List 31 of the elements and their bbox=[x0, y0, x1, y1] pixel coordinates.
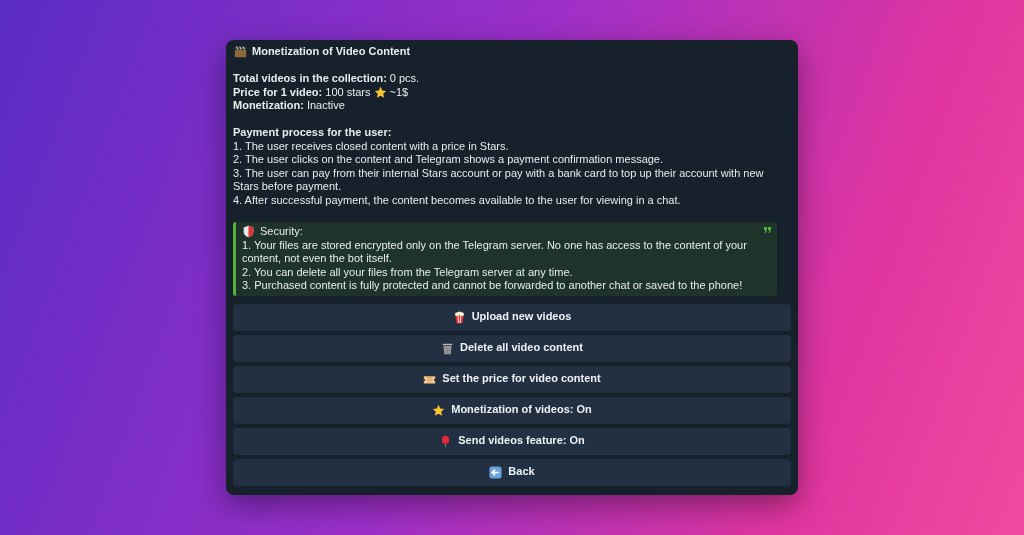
stat-label: Monetization: bbox=[233, 99, 304, 113]
quote-text: 3. Purchased content is fully protected and cannot be forwarded to another chat or saved to the phone! bbox=[242, 279, 744, 293]
star-icon bbox=[432, 403, 446, 417]
stat-value: ~1$ bbox=[389, 85, 409, 99]
stat-label: Price for 1 video: bbox=[233, 85, 323, 99]
step-text: 2. The user clicks on the content and Telegram shows a payment confirmation message. bbox=[233, 153, 665, 167]
quote-text: 2. You can delete all your files from the Telegram server at any time. bbox=[242, 265, 574, 279]
step-text: 1. The user receives closed content with a price in Stars. bbox=[233, 139, 510, 153]
quote-title: Security: bbox=[260, 225, 303, 239]
keyboard-button[interactable]: Back bbox=[233, 458, 791, 486]
quote-text: 1. Your files are stored encrypted only on the Telegram server. No one has access to the content of your content, not even the bot itself. bbox=[242, 238, 748, 266]
trash-icon bbox=[441, 341, 455, 355]
keyboard-button[interactable]: Upload new videos bbox=[233, 303, 791, 331]
clapper-icon bbox=[234, 45, 247, 59]
star-icon bbox=[373, 85, 387, 99]
step-text: 3. The user can pay from their internal Stars account or pay with a bank card to top up their account with new Stars before payment. bbox=[233, 166, 765, 194]
keyboard-button[interactable]: Set the price for video content bbox=[233, 365, 791, 393]
shield-icon bbox=[242, 225, 255, 239]
section-heading: Payment process for the user: bbox=[233, 126, 393, 140]
back-arrow-icon bbox=[489, 465, 503, 479]
keyboard-button[interactable]: Monetization of videos: On bbox=[233, 396, 791, 424]
keyboard-button[interactable]: Send videos feature: On bbox=[233, 427, 791, 455]
quote-mark-icon bbox=[764, 227, 771, 233]
message-title: Monetization of Video Content bbox=[252, 45, 411, 59]
step-text: 4. After successful payment, the content becomes available to the user for viewing in a chat. bbox=[233, 193, 682, 207]
stat-label: Total videos in the collection: bbox=[233, 72, 387, 86]
stat-value: 0 pcs. bbox=[389, 72, 420, 86]
keyboard-button[interactable]: Delete all video content bbox=[233, 334, 791, 362]
popcorn-icon bbox=[452, 310, 466, 324]
stat-value: 100 stars bbox=[325, 85, 371, 99]
stat-value: Inactive bbox=[306, 99, 345, 113]
